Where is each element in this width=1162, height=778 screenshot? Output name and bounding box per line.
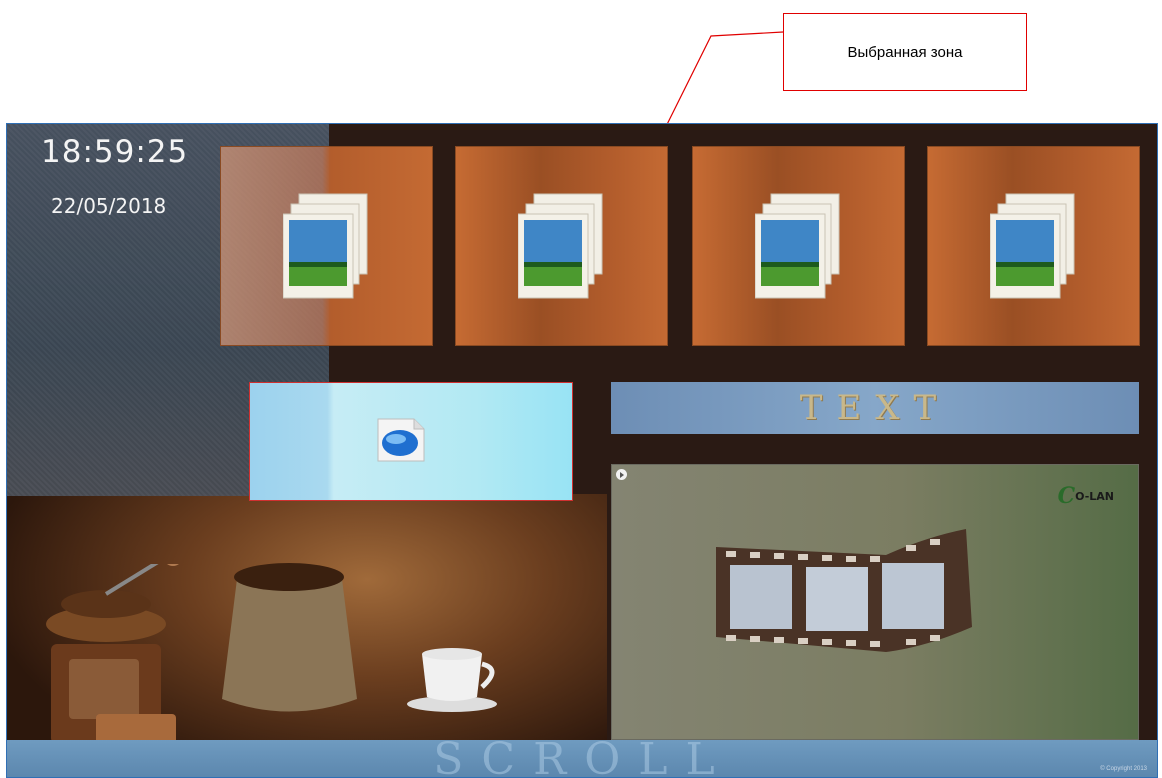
clock-date: 22/05/2018 xyxy=(51,194,167,218)
image-icon xyxy=(989,193,1074,299)
brand-logo: CO-LAN xyxy=(1057,483,1114,509)
text-zone-label: TEXT xyxy=(799,388,951,428)
clock-time: 18:59:25 xyxy=(41,134,189,170)
image-icon xyxy=(517,193,602,299)
coffee-sack-image xyxy=(222,563,357,712)
coffee-cup-image xyxy=(407,648,497,712)
image-zone-1[interactable] xyxy=(220,146,433,346)
image-zone-3[interactable] xyxy=(692,146,905,346)
play-icon[interactable] xyxy=(616,469,627,480)
image-zone-2[interactable] xyxy=(455,146,668,346)
scroll-text-zone[interactable]: SCROLL xyxy=(7,740,1157,778)
video-zone[interactable]: CO-LAN xyxy=(611,464,1139,740)
image-icon xyxy=(754,193,839,299)
coffee-grinder-image xyxy=(46,564,179,754)
copyright-text: © Copyright 2013 xyxy=(1100,766,1147,772)
film-strip-icon xyxy=(716,529,972,652)
scroll-text-label: SCROLL xyxy=(433,740,733,778)
screen-layout-canvas[interactable]: 18:59:25 22/05/2018 TEXT CO-LAN SCROLL ©… xyxy=(6,123,1158,778)
selected-zone-callout: Выбранная зона xyxy=(783,13,1027,91)
image-zone-4[interactable] xyxy=(927,146,1140,346)
image-icon xyxy=(282,193,367,299)
web-zone-selected[interactable] xyxy=(249,382,573,501)
web-page-icon xyxy=(377,418,425,462)
callout-label: Выбранная зона xyxy=(847,43,963,61)
text-zone[interactable]: TEXT xyxy=(611,382,1139,434)
